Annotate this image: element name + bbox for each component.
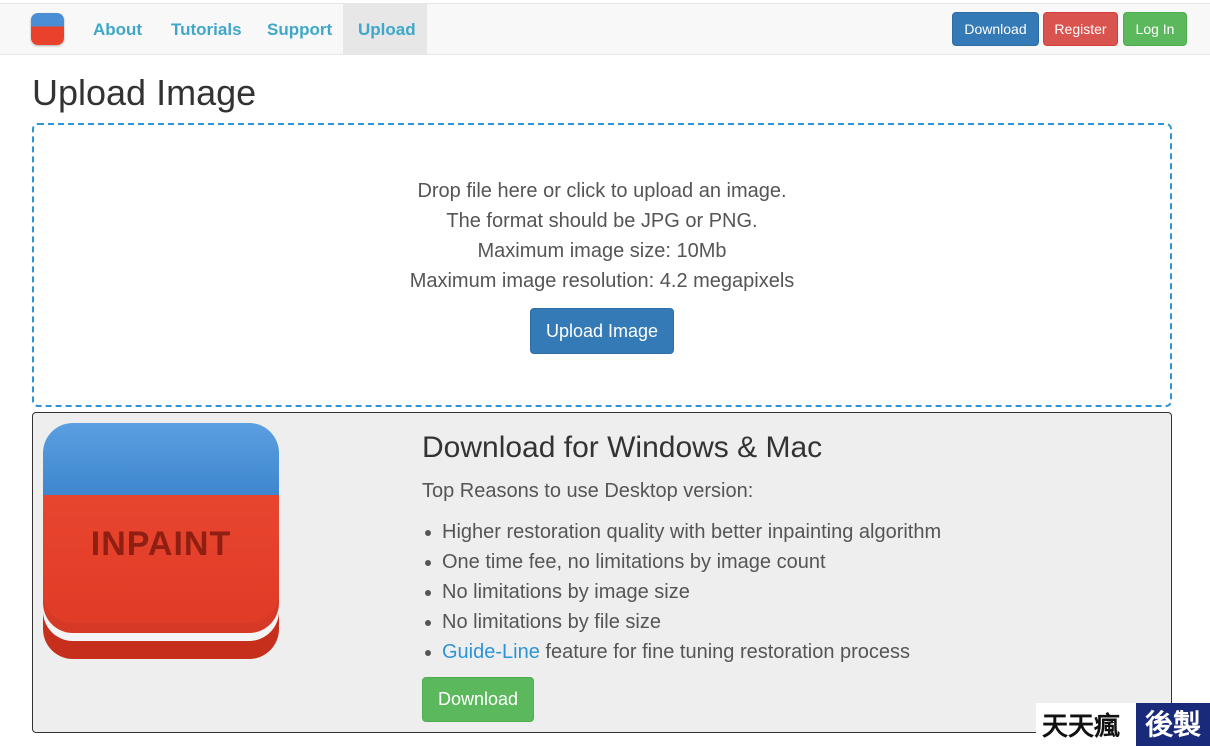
inpaint-logo-icon[interactable] <box>31 13 64 45</box>
guide-line-text: feature for fine tuning restoration proc… <box>539 641 911 663</box>
promo-subtitle: Top Reasons to use Desktop version: <box>422 480 754 502</box>
top-navbar: About Tutorials Support Upload Download … <box>0 3 1210 55</box>
reasons-list: Higher restoration quality with better i… <box>422 517 941 667</box>
dropzone-format-note: The format should be JPG or PNG. <box>446 210 758 232</box>
list-item: One time fee, no limitations by image co… <box>422 547 941 577</box>
list-item: No limitations by file size <box>422 607 941 637</box>
watermark-logo: 天天瘋 後製 <box>1036 703 1210 746</box>
nav-register-button[interactable]: Register <box>1043 12 1118 46</box>
desktop-download-panel: INPAINT Download for Windows & Mac Top R… <box>32 412 1172 733</box>
page-title: Upload Image <box>32 72 257 113</box>
nav-upload[interactable]: Upload <box>343 4 427 55</box>
dropzone-instruction: Drop file here or click to upload an ima… <box>417 180 787 202</box>
desktop-download-button[interactable]: Download <box>422 677 534 722</box>
dropzone-size-note: Maximum image size: 10Mb <box>477 240 727 262</box>
guide-line-link[interactable]: Guide-Line <box>442 641 540 663</box>
promo-title: Download for Windows & Mac <box>422 431 823 464</box>
dropzone-resolution-note: Maximum image resolution: 4.2 megapixels <box>409 270 795 292</box>
nav-download-button[interactable]: Download <box>952 12 1039 46</box>
list-item: Higher restoration quality with better i… <box>422 517 941 547</box>
nav-about[interactable]: About <box>78 4 157 55</box>
nav-support[interactable]: Support <box>252 4 347 55</box>
watermark-text-right: 後製 <box>1136 703 1210 746</box>
upload-dropzone[interactable]: Drop file here or click to upload an ima… <box>32 123 1172 407</box>
nav-login-button[interactable]: Log In <box>1123 12 1187 46</box>
list-item: No limitations by image size <box>422 577 941 607</box>
nav-tutorials[interactable]: Tutorials <box>156 4 257 55</box>
inpaint-icon-text: INPAINT <box>90 525 232 563</box>
upload-image-button[interactable]: Upload Image <box>530 308 674 354</box>
inpaint-app-icon: INPAINT <box>43 423 279 659</box>
watermark-text-left: 天天瘋 <box>1042 712 1121 742</box>
list-item: Guide-Line feature for fine tuning resto… <box>422 637 941 667</box>
